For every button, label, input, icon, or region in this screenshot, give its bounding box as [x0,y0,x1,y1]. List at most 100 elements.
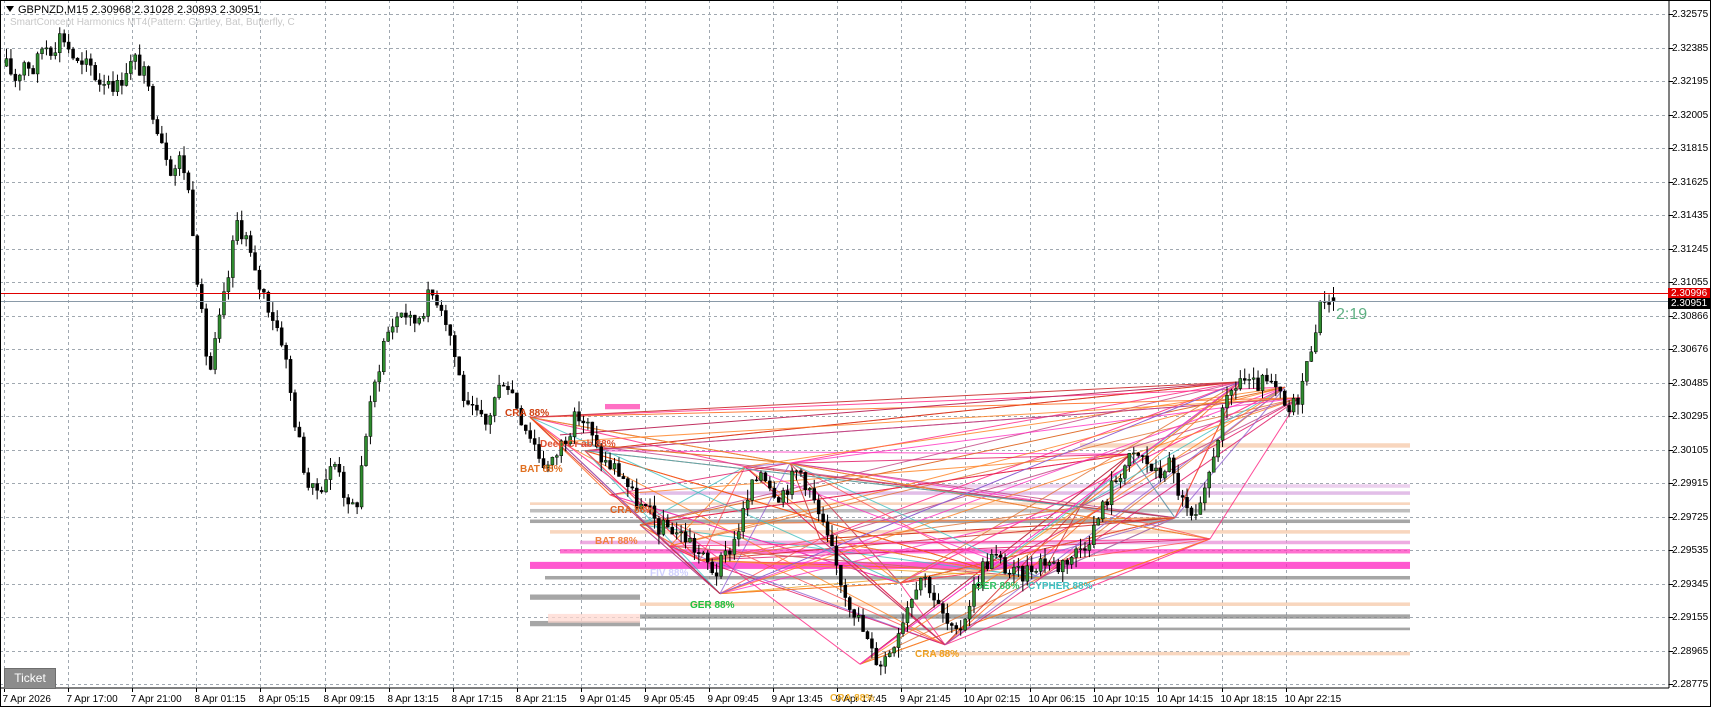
candle-body [688,538,692,543]
candle-body [861,614,865,632]
candle-body [1203,487,1207,504]
candle-body [1256,377,1260,391]
candle-body [1305,361,1309,382]
pattern-label: BAT 88% [595,536,638,548]
chart-window[interactable]: GBPNZD,M15 2.30968 2.31028 2.30893 2.309… [0,0,1711,707]
y-tick-label: 2.29535 [1672,544,1709,556]
x-tick-label: 10 Apr 18:15 [1220,694,1278,705]
x-tick-label: 8 Apr 09:15 [323,694,375,705]
candle-body [235,220,240,241]
candle-body [790,470,794,495]
candle-body [905,607,910,624]
candle-body [608,460,612,470]
x-tick-label: 10 Apr 02:15 [963,694,1021,705]
candle-body [1287,405,1291,413]
candle-body [248,235,253,253]
candle-body [772,487,777,498]
candle-body [239,220,244,240]
candle-body [26,62,31,69]
candle-body [887,652,892,657]
candle-body [776,497,781,503]
candle-body [998,554,1003,558]
candle-body [1012,566,1016,574]
y-tick-label: 2.30676 [1672,343,1709,355]
collapse-triangle-icon[interactable] [6,6,14,12]
candle-body [457,356,461,376]
candle-body [1313,332,1318,353]
candle-body [1007,572,1012,575]
candle-body [697,552,701,555]
candle-body [555,455,559,458]
candle-body [310,483,315,488]
candle-body [390,326,395,333]
pattern-zone [930,651,1410,656]
candle-body [794,470,799,472]
pattern-label: CRA 88% [505,407,550,419]
pattern-label: GER 88% [690,599,735,611]
candle-body [333,464,337,467]
candle-body [1180,495,1185,498]
candle-body [346,497,350,505]
bid-price-tag: 2.30951 [1668,297,1710,309]
candle-body [66,41,71,50]
candle-body [306,472,311,488]
candle-body [919,577,923,591]
candle-body [448,324,453,336]
candle-body [532,438,537,445]
candle-body [1052,562,1056,564]
pattern-label: CYPHER 88% [1028,580,1093,592]
candle-body [111,80,115,92]
candle-body [368,401,373,437]
candle-body [93,65,98,81]
candle-body [275,320,279,329]
candle-body [577,411,581,422]
candle-body [679,531,683,534]
candle-body [830,534,834,547]
candle-body [470,404,475,406]
candle-body [13,73,18,81]
candle-body [359,465,364,508]
candle-body [932,592,936,601]
candle-body [661,519,666,535]
candle-body [763,472,768,482]
candle-body [142,66,146,76]
x-tick-label: 10 Apr 10:15 [1092,694,1150,705]
candle-body [399,312,404,318]
pattern-zone [640,627,1410,631]
candle-body [621,476,626,479]
x-tick-label: 7 Apr 2026 [2,694,51,705]
candle-body [377,371,382,383]
candle-body [191,189,195,237]
price-chart[interactable] [0,0,1711,707]
candle-body [222,291,226,316]
candle-body [1300,380,1305,405]
candle-body [612,463,617,470]
ticket-button[interactable]: Ticket [4,668,56,689]
y-tick-label: 2.32005 [1672,109,1709,121]
candle-body [266,291,271,313]
candle-body [1282,390,1287,406]
pattern-zone [550,530,1410,534]
candle-body [1171,457,1176,474]
candle-body [1260,374,1265,391]
x-tick-label: 9 Apr 09:45 [707,694,759,705]
candle-body [1247,379,1251,381]
candle-body [683,531,688,543]
candle-body [586,421,590,424]
candle-body [102,84,106,86]
candle-body [200,284,204,310]
candle-body [160,133,164,144]
x-tick-label: 8 Apr 05:15 [258,694,310,705]
candle-body [288,359,293,393]
symbol-ohlc-text: GBPNZD,M15 2.30968 2.31028 2.30893 2.309… [18,4,260,16]
candle-body [1029,565,1034,572]
candle-body [1291,398,1296,413]
candle-body [515,392,519,409]
x-tick-label: 8 Apr 17:15 [451,694,503,705]
candle-body [927,577,932,594]
candle-body [1136,452,1140,456]
candle-body [1016,566,1021,568]
candle-body [1265,374,1269,382]
pattern-zone [640,614,1410,619]
candle-body [506,385,510,391]
